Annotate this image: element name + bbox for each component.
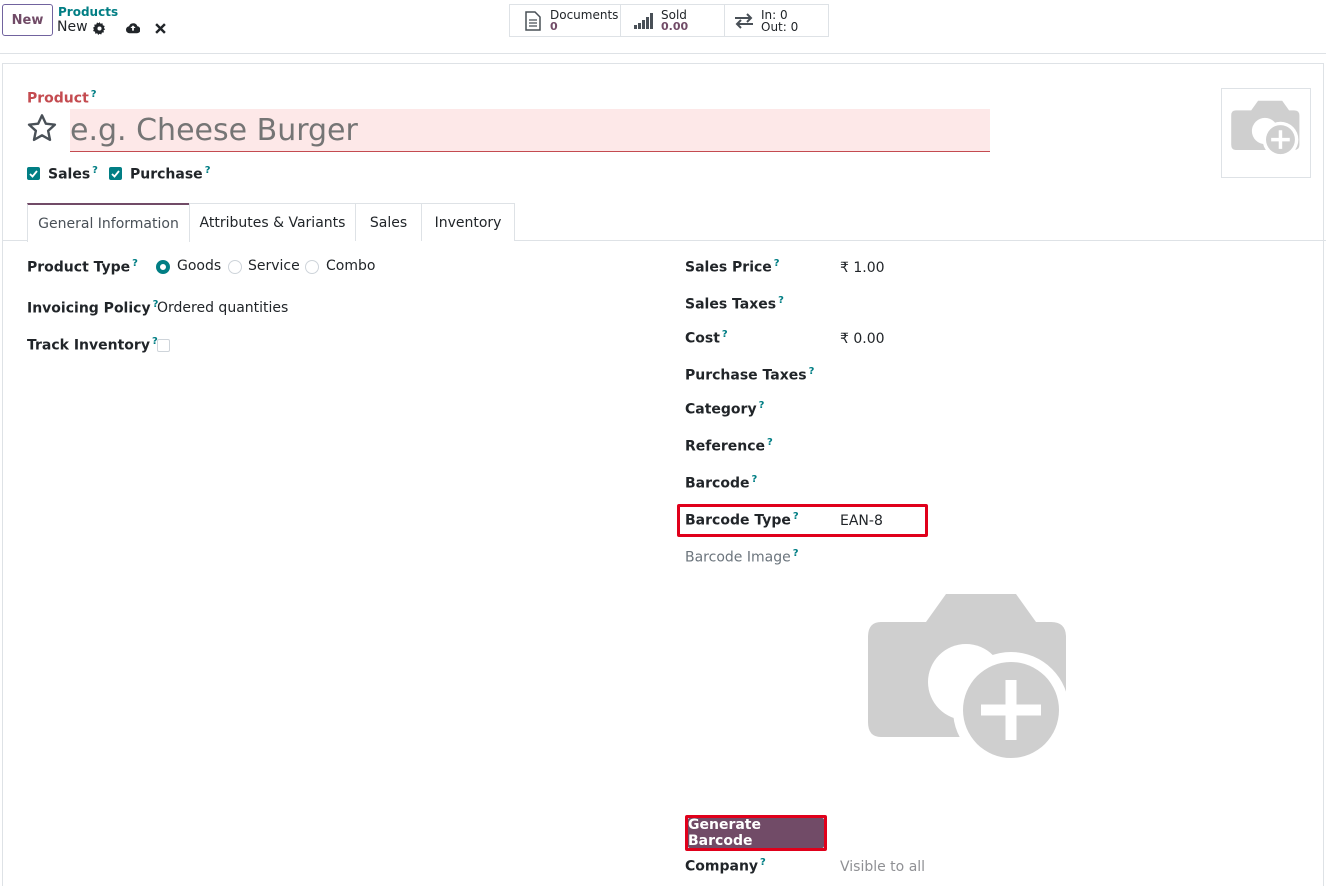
product-type-label: Product Type? <box>27 258 138 276</box>
category-label: Category? <box>685 400 765 418</box>
radio-goods[interactable] <box>156 260 170 274</box>
barcode-type-value[interactable]: EAN-8 <box>840 513 883 529</box>
in-count: In: 0 <box>761 7 788 22</box>
track-inventory-checkbox[interactable] <box>157 339 170 352</box>
sales-checkbox[interactable] <box>27 167 40 180</box>
tab-attributes-variants[interactable]: Attributes & Variants <box>189 203 356 241</box>
purchase-checkbox-label: Purchase? <box>130 165 211 183</box>
radio-service[interactable] <box>228 260 242 274</box>
camera-plus-icon <box>1230 100 1302 166</box>
invoicing-policy-label: Invoicing Policy? <box>27 299 159 317</box>
sales-price-label: Sales Price? <box>685 258 780 276</box>
product-label: Product? <box>27 89 97 107</box>
barcode-image-label: Barcode Image? <box>685 548 799 566</box>
track-inventory-label: Track Inventory? <box>27 336 158 354</box>
cost-value[interactable]: ₹ 0.00 <box>840 331 885 347</box>
form-sheet <box>2 63 1324 886</box>
purchase-taxes-label: Purchase Taxes? <box>685 366 815 384</box>
reference-label: Reference? <box>685 437 773 455</box>
tab-general-information[interactable]: General Information <box>27 203 190 242</box>
breadcrumb-current: New <box>57 19 88 35</box>
radio-service-label: Service <box>248 258 300 274</box>
breadcrumb-products[interactable]: Products <box>58 5 118 19</box>
invoicing-policy-value[interactable]: Ordered quantities <box>157 300 288 316</box>
exchange-icon <box>733 10 755 32</box>
sales-price-value[interactable]: ₹ 1.00 <box>840 260 885 276</box>
tab-inventory[interactable]: Inventory <box>421 203 515 241</box>
company-value[interactable]: Visible to all <box>840 859 925 875</box>
sold-smart-button[interactable]: Sold 0.00 <box>620 4 725 37</box>
cloud-upload-icon[interactable] <box>126 21 140 35</box>
sales-taxes-label: Sales Taxes? <box>685 295 784 313</box>
tab-sales[interactable]: Sales <box>355 203 422 241</box>
document-icon <box>522 10 544 32</box>
product-name-input[interactable] <box>70 109 990 152</box>
control-panel: New Products New Documents 0 Sold 0.00 I <box>0 0 1326 54</box>
barcode-type-label: Barcode Type? <box>685 511 799 529</box>
documents-count: 0 <box>550 19 558 33</box>
radio-combo-label: Combo <box>326 258 376 274</box>
documents-smart-button[interactable]: Documents 0 <box>509 4 621 37</box>
sold-label: Sold <box>661 7 687 22</box>
discard-icon[interactable] <box>153 21 167 35</box>
camera-plus-icon <box>866 594 1072 776</box>
star-icon[interactable] <box>26 112 58 144</box>
new-button[interactable]: New <box>2 4 53 36</box>
product-image-field[interactable] <box>1221 88 1311 178</box>
cost-label: Cost? <box>685 329 728 347</box>
out-count: Out: 0 <box>761 19 799 34</box>
radio-goods-label: Goods <box>177 258 222 274</box>
in-out-smart-button[interactable]: In: 0 Out: 0 <box>724 4 829 37</box>
sold-value: 0.00 <box>661 19 689 33</box>
barcode-label: Barcode? <box>685 474 758 492</box>
gear-icon[interactable] <box>92 21 106 35</box>
sales-checkbox-label: Sales? <box>48 165 98 183</box>
signal-bars-icon <box>633 10 655 32</box>
generate-barcode-button[interactable]: Generate Barcode <box>688 817 824 849</box>
purchase-checkbox[interactable] <box>109 167 122 180</box>
documents-label: Documents <box>550 7 619 22</box>
company-label: Company? <box>685 857 766 875</box>
barcode-image-field[interactable] <box>866 592 1072 772</box>
radio-combo[interactable] <box>305 260 319 274</box>
